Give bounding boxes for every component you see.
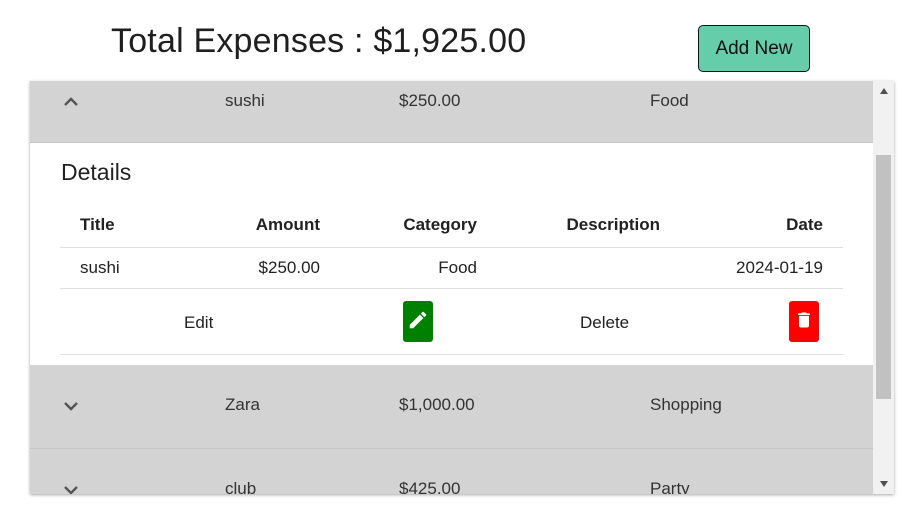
- expense-category: Food: [650, 91, 689, 110]
- expense-title: sushi: [225, 91, 265, 110]
- expense-amount: $1,000.00: [399, 395, 475, 414]
- chevron-up-icon[interactable]: [62, 92, 80, 110]
- expense-title: club: [225, 479, 257, 494]
- detail-title: sushi: [60, 247, 200, 289]
- table-row: sushi $250.00 Food 2024-01-19: [60, 247, 843, 289]
- delete-label: Delete: [580, 313, 630, 332]
- trash-icon: [794, 308, 814, 335]
- column-header-date: Date: [660, 203, 843, 248]
- scroll-down-arrow-icon[interactable]: [873, 474, 894, 494]
- add-new-button[interactable]: Add New: [698, 25, 810, 72]
- details-actions: Edit Delete: [60, 289, 843, 355]
- expense-amount: $250.00: [399, 91, 461, 110]
- expense-amount: $425.00: [399, 479, 461, 494]
- detail-amount: $250.00: [200, 247, 320, 289]
- detail-date: 2024-01-19: [660, 247, 843, 289]
- column-header-description: Description: [477, 203, 660, 248]
- edit-button[interactable]: [403, 301, 433, 342]
- detail-category: Food: [320, 247, 477, 289]
- chevron-down-icon[interactable]: [62, 481, 80, 494]
- edit-label: Edit: [184, 313, 214, 332]
- expense-title: Zara: [225, 395, 260, 414]
- expense-row-club[interactable]: club $425.00 Party: [30, 449, 873, 494]
- scrollbar-thumb[interactable]: [876, 155, 891, 399]
- scroll-up-arrow-icon[interactable]: [873, 81, 894, 101]
- details-heading: Details: [61, 159, 132, 185]
- delete-button[interactable]: [789, 301, 819, 342]
- page-title: Total Expenses : $1,925.00: [111, 22, 527, 60]
- expense-details-panel: Details Title Amount Category Descriptio…: [30, 143, 873, 365]
- expense-category: Party: [650, 479, 690, 494]
- details-header-row: Title Amount Category Description Date: [60, 203, 843, 248]
- expense-row-zara[interactable]: Zara $1,000.00 Shopping: [30, 365, 873, 449]
- details-table: Title Amount Category Description Date s…: [60, 203, 843, 289]
- detail-description: [477, 247, 660, 289]
- column-header-title: Title: [60, 203, 200, 248]
- chevron-down-icon[interactable]: [62, 397, 80, 415]
- pencil-icon: [407, 309, 429, 334]
- column-header-category: Category: [320, 203, 477, 248]
- vertical-scrollbar[interactable]: [873, 81, 894, 494]
- column-header-amount: Amount: [200, 203, 320, 248]
- expense-list-content: sushi $250.00 Food Details Title Amount …: [30, 81, 873, 494]
- expense-list: sushi $250.00 Food Details Title Amount …: [30, 81, 894, 494]
- expense-category: Shopping: [650, 395, 722, 414]
- expense-row-sushi[interactable]: sushi $250.00 Food: [30, 81, 873, 143]
